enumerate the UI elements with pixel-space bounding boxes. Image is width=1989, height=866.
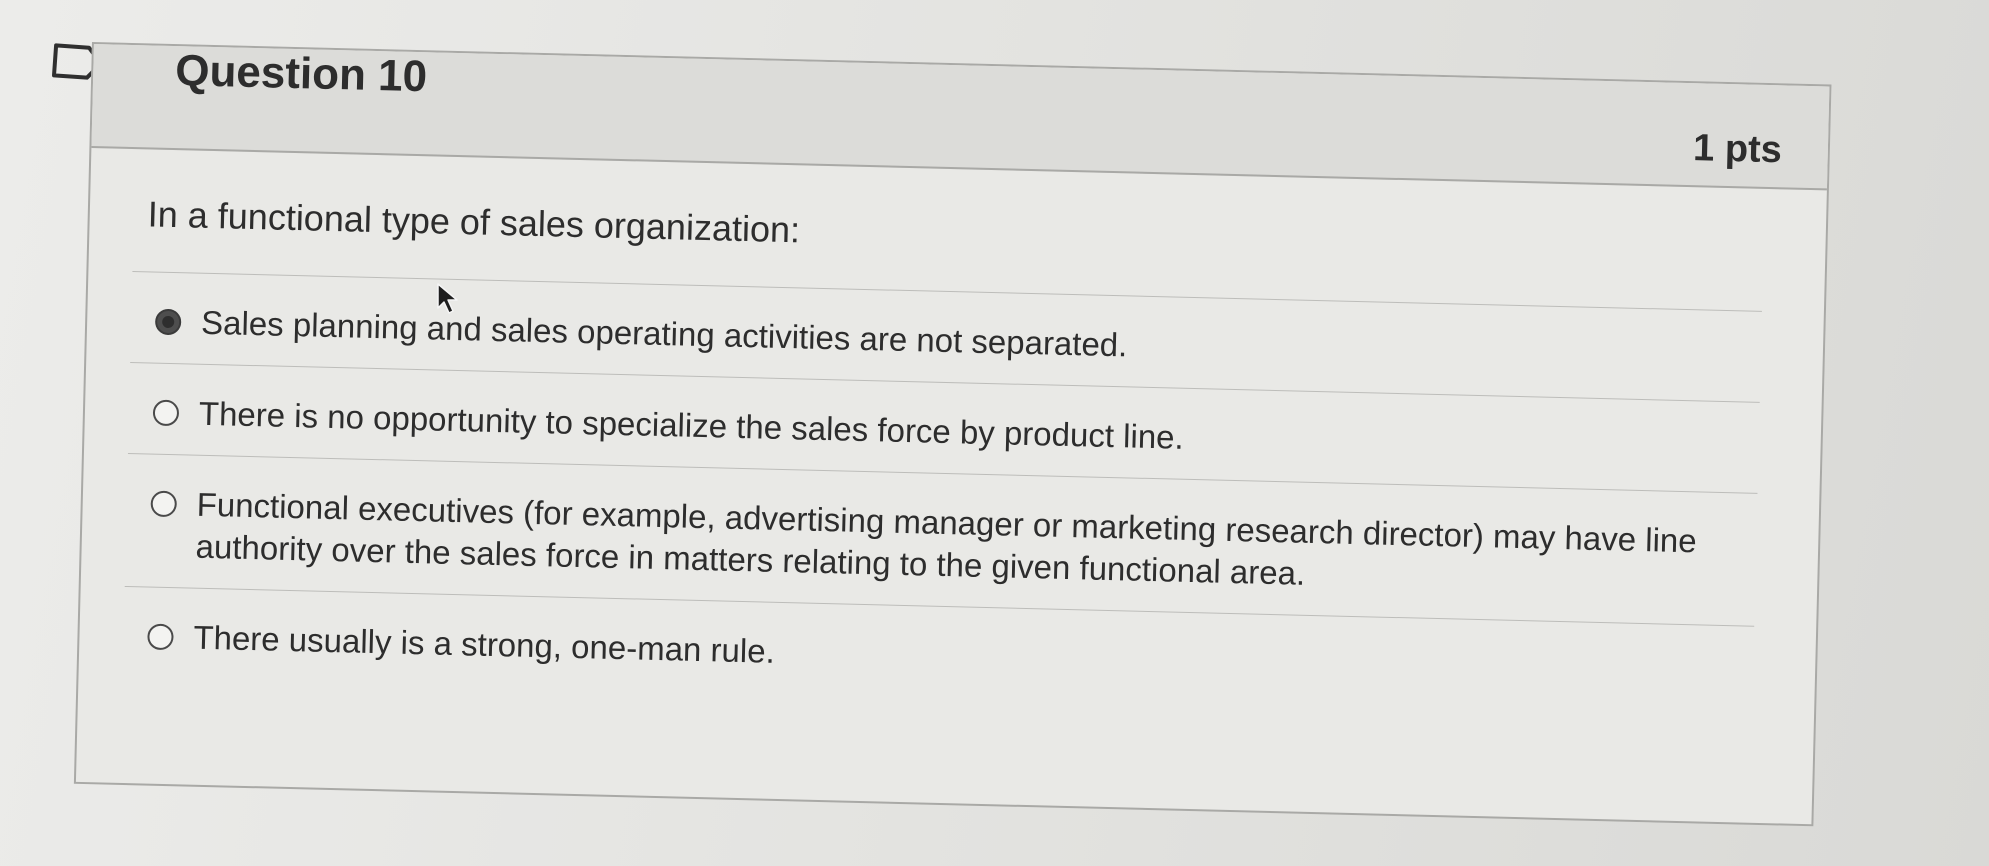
answer-label[interactable]: There usually is a strong, one-man rule. (193, 616, 775, 672)
question-text: In a functional type of sales organizati… (147, 193, 801, 251)
answer-list: Sales planning and sales operating activ… (122, 271, 1762, 717)
question-body: In a functional type of sales organizati… (79, 148, 1827, 718)
answer-label[interactable]: Functional executives (for example, adve… (195, 484, 1747, 606)
mouse-cursor-icon (437, 283, 458, 314)
radio-button[interactable] (152, 399, 180, 427)
radio-button[interactable] (150, 490, 178, 518)
screen: Question 10 1 pts In a functional type o… (0, 0, 1989, 866)
radio-button-selected[interactable] (154, 308, 182, 336)
answer-label[interactable]: Sales planning and sales operating activ… (201, 302, 1128, 367)
answer-label[interactable]: There is no opportunity to specialize th… (198, 393, 1185, 459)
question-card: Question 10 1 pts In a functional type o… (73, 42, 1832, 827)
radio-button[interactable] (147, 623, 174, 650)
question-title: Question 10 (174, 46, 428, 102)
question-points: 1 pts (1692, 127, 1783, 172)
